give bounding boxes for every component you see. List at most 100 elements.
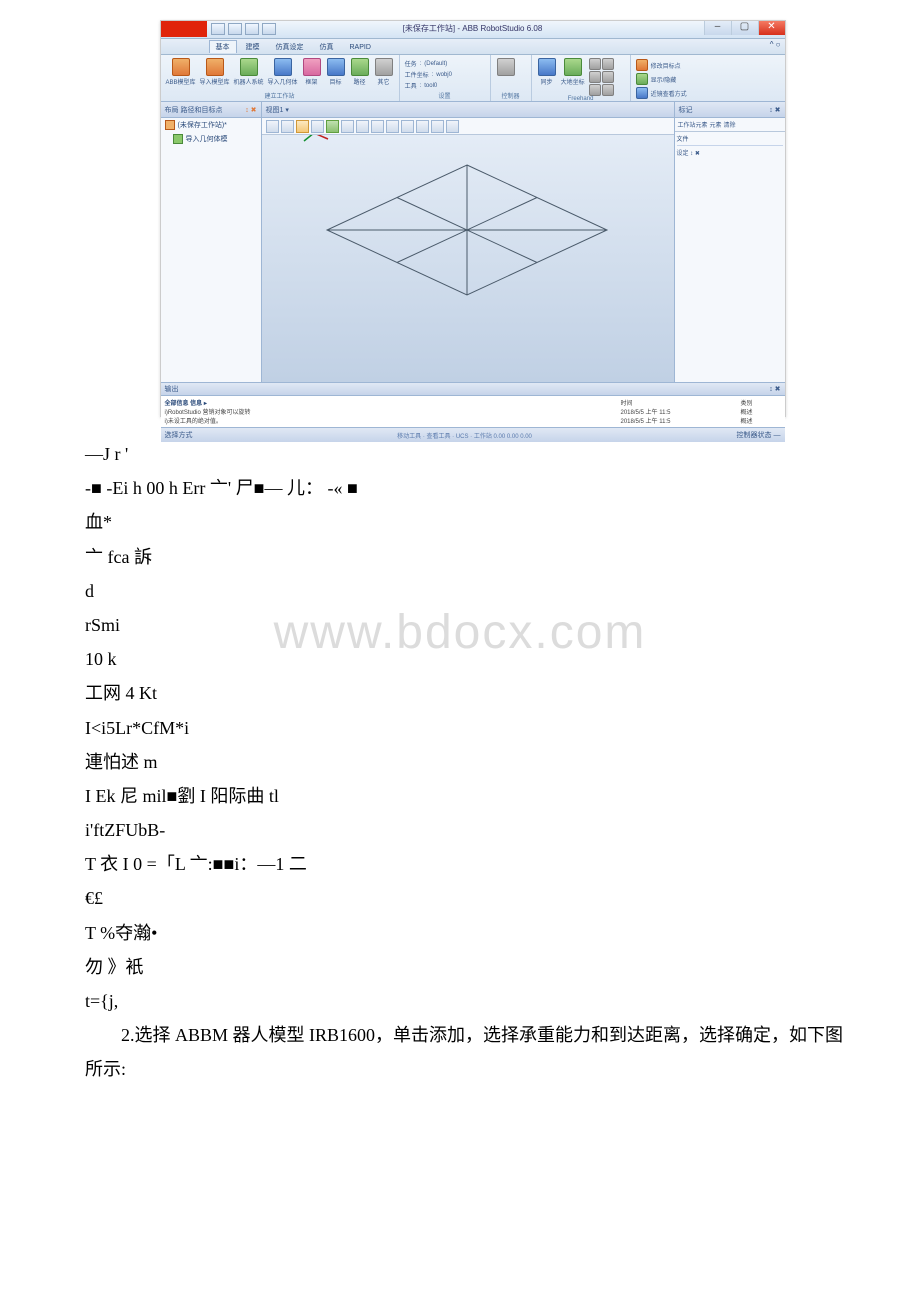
tab-basic[interactable]: 基本: [209, 40, 237, 53]
btn-frame[interactable]: 框架: [302, 58, 322, 86]
text-line: 血*: [85, 505, 860, 539]
text-line: t={j,: [85, 984, 860, 1018]
wobj-selector[interactable]: 工件坐标: wobj0: [405, 69, 485, 80]
ribbon-group-settings: 任务: (Default) 工件坐标: wobj0 工具: tool0 设置: [400, 55, 491, 101]
text-line: I<i5Lr*CfM*i: [85, 711, 860, 745]
text-line: 亠 fca 訴: [85, 540, 860, 574]
btn-sync[interactable]: 同步: [537, 58, 557, 86]
btn-zoom-close[interactable]: 近镜查看方式: [636, 86, 687, 100]
ribbon-group-view: 修改目标点 显示/隐藏 近镜查看方式 显示: [631, 55, 692, 101]
tab-modeling[interactable]: 建模: [239, 40, 267, 53]
btn-show-hide[interactable]: 显示/隐藏: [636, 72, 687, 86]
window-title: [未保存工作站] - ABB RobotStudio 6.08: [403, 23, 543, 34]
text-line: 工网 4 Kt: [85, 676, 860, 710]
group-label-build: 建立工作站: [166, 91, 394, 100]
tab-sim-setup[interactable]: 仿真设定: [269, 40, 311, 53]
ribbon: ABB模型库 导入模型库 机器人系统 导入几何体 框架 目标 路径 其它 建立工…: [161, 55, 785, 102]
quick-access-toolbar: [211, 23, 276, 35]
vtool-pan[interactable]: [281, 120, 294, 133]
text-line: rSmi: [85, 608, 860, 642]
search-label: 工作站元素: [678, 120, 708, 129]
app-badge: [161, 21, 207, 37]
freehand-move-icon[interactable]: [589, 58, 601, 70]
freehand-reorient-icon[interactable]: [602, 84, 614, 96]
text-line: —J r ': [85, 437, 860, 471]
search-elements-button[interactable]: 元素: [710, 120, 722, 129]
freehand-linear-icon[interactable]: [589, 84, 601, 96]
output-tab[interactable]: 输出 ↕ ✖: [161, 383, 785, 396]
vtool-measure[interactable]: [371, 120, 384, 133]
task-selector[interactable]: 任务: (Default): [405, 58, 485, 69]
btn-abb-library[interactable]: ABB模型库: [166, 58, 196, 86]
zoom-icon: [636, 87, 648, 99]
visibility-icon: [636, 73, 648, 85]
maximize-button[interactable]: ▢: [731, 21, 758, 35]
vtool-view5[interactable]: [446, 120, 459, 133]
3d-viewport[interactable]: [262, 135, 674, 382]
freehand-jog-icon[interactable]: [589, 71, 601, 83]
library-icon: [172, 58, 190, 76]
freehand-joint-icon[interactable]: [602, 71, 614, 83]
btn-import-lib[interactable]: 导入模型库: [200, 58, 230, 86]
tab-simulation[interactable]: 仿真: [313, 40, 341, 53]
pin-icon[interactable]: ↕ ✖: [245, 106, 256, 114]
vtool-view1[interactable]: [386, 120, 399, 133]
import-lib-icon: [206, 58, 224, 76]
vtool-view3[interactable]: [416, 120, 429, 133]
freehand-rotate-icon[interactable]: [602, 58, 614, 70]
btn-modify-target[interactable]: 修改目标点: [636, 58, 687, 72]
text-line: -■ -Ei h 00 h Err 亠' 尸■— 儿： -« ■: [85, 471, 860, 505]
tool-selector[interactable]: 工具: tool0: [405, 80, 485, 91]
btn-path[interactable]: 路径: [350, 58, 370, 86]
search-clear-button[interactable]: 清除: [724, 120, 736, 129]
controller-icon: [497, 58, 515, 76]
pin-icon[interactable]: ↕ ✖: [769, 385, 780, 393]
btn-other[interactable]: 其它: [374, 58, 394, 86]
coord-icon: [564, 58, 582, 76]
btn-import-geom[interactable]: 导入几何体: [268, 58, 298, 86]
markers-panel-tab[interactable]: 标记 ↕ ✖: [675, 102, 785, 118]
vtool-grid[interactable]: [356, 120, 369, 133]
qat-more-icon[interactable]: [262, 23, 276, 35]
btn-world-coord[interactable]: 大地坐标: [561, 58, 585, 86]
ribbon-help[interactable]: ^ ○: [770, 40, 781, 49]
qat-undo-icon[interactable]: [228, 23, 242, 35]
qat-save-icon[interactable]: [211, 23, 225, 35]
markers-panel-body: 文件 设定 ↕ ✖: [675, 132, 785, 382]
vtool-group1[interactable]: [326, 120, 339, 133]
document-body: —J r ' -■ -Ei h 00 h Err 亠' 尸■— 儿： -« ■ …: [85, 437, 860, 1087]
folder-icon: [173, 134, 183, 144]
vtool-view4[interactable]: [431, 120, 444, 133]
output-line: i)RobotStudio 营销对象可以旋转: [165, 407, 621, 416]
vtool-snap[interactable]: [341, 120, 354, 133]
viewport-tab[interactable]: 视图1 ▾: [262, 102, 674, 118]
vtool-zoom[interactable]: [311, 120, 324, 133]
tab-rapid[interactable]: RAPID: [343, 42, 378, 52]
vtool-select[interactable]: [266, 120, 279, 133]
robot-icon: [240, 58, 258, 76]
tree-item-geom[interactable]: 导入几何体模: [161, 132, 261, 146]
minimize-button[interactable]: ‒: [704, 21, 731, 35]
axis-gizmo-icon: [302, 135, 674, 362]
text-line: 勿 》衹: [85, 950, 860, 984]
modify-icon: [636, 59, 648, 71]
btn-robot-sys[interactable]: 机器人系统: [234, 58, 264, 86]
layout-panel-tab[interactable]: 布局 路径和目标点 ↕ ✖: [161, 102, 261, 118]
ribbon-group-build: ABB模型库 导入模型库 机器人系统 导入几何体 框架 目标 路径 其它 建立工…: [161, 55, 400, 101]
layout-panel: 布局 路径和目标点 ↕ ✖ (未保存工作站)* 导入几何体模: [161, 102, 262, 382]
qat-redo-icon[interactable]: [245, 23, 259, 35]
btn-controller[interactable]: [496, 58, 516, 76]
close-button[interactable]: ✕: [758, 21, 785, 35]
workspace: 布局 路径和目标点 ↕ ✖ (未保存工作站)* 导入几何体模 视图1 ▾: [161, 102, 785, 382]
text-line: d: [85, 574, 860, 608]
vtool-rotate[interactable]: [296, 120, 309, 133]
frame-icon: [303, 58, 321, 76]
pin-icon[interactable]: ↕ ✖: [769, 106, 780, 114]
vtool-view2[interactable]: [401, 120, 414, 133]
text-line: 10 k: [85, 642, 860, 676]
tree-root[interactable]: (未保存工作站)*: [161, 118, 261, 132]
btn-target[interactable]: 目标: [326, 58, 346, 86]
window-controls: ‒ ▢ ✕: [704, 21, 785, 35]
output-panel: 输出 ↕ ✖ 全部信息 信息 ▸ i)RobotStudio 营销对象可以旋转 …: [161, 382, 785, 427]
text-line: T 衣 I 0 =「L 亠:■■i：—1 二: [85, 847, 860, 881]
